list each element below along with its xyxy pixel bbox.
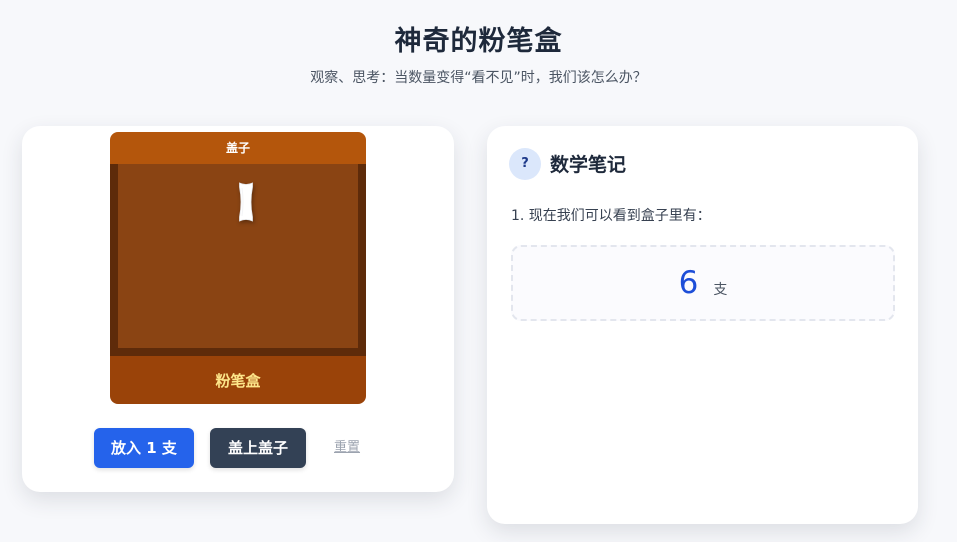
box-front-label: 粉笔盒 <box>110 356 366 404</box>
question-icon: ? <box>509 148 541 180</box>
page-title: 神奇的粉笔盒 <box>394 26 563 57</box>
page-header: 神奇的粉笔盒 观察、思考：当数量变得“看不见”时，我们该怎么办？ <box>0 22 957 88</box>
count-unit: 支 <box>713 281 728 298</box>
controls: 放入 1 支 盖上盖子 重置 <box>22 428 454 468</box>
cover-lid-button[interactable]: 盖上盖子 <box>210 428 306 468</box>
chalk-icon <box>239 182 253 222</box>
box-interior <box>118 164 358 348</box>
notes-question-1: 1. 现在我们可以看到盒子里有： <box>511 208 711 224</box>
box-body <box>110 164 366 356</box>
chalk-box: 盖子 粉笔盒 <box>110 132 366 404</box>
reset-link[interactable]: 重置 <box>334 428 360 468</box>
notes-title: 数学笔记 <box>550 154 627 176</box>
chalk-box-panel: 盖子 粉笔盒 放入 1 支 盖上盖子 重置 <box>22 126 454 492</box>
math-notes-panel: ? 数学笔记 1. 现在我们可以看到盒子里有： 6 支 <box>487 126 918 524</box>
page-subtitle: 观察、思考：当数量变得“看不见”时，我们该怎么办？ <box>310 70 647 86</box>
count-value: 6 <box>678 265 699 301</box>
visible-count-box: 6 支 <box>511 245 895 321</box>
box-lid: 盖子 <box>110 132 366 164</box>
add-chalk-button[interactable]: 放入 1 支 <box>94 428 194 468</box>
